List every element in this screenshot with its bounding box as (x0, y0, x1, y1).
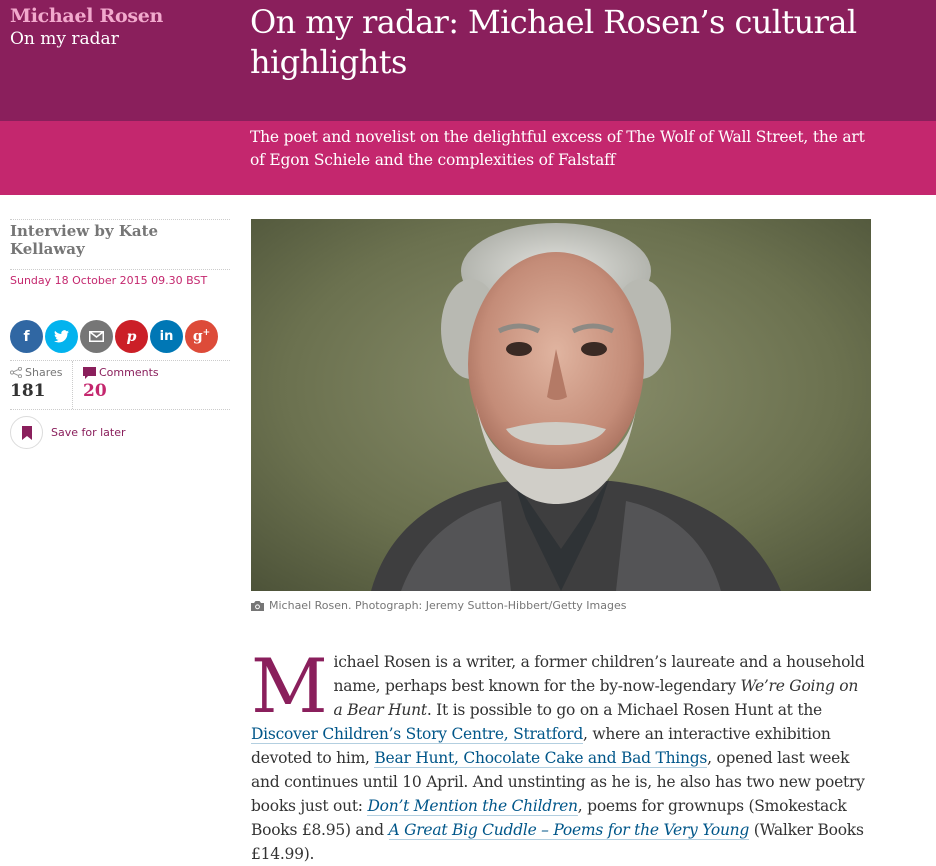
shares-count: 181 (10, 381, 46, 401)
linkedin-icon: in (159, 329, 174, 344)
twitter-icon (54, 330, 69, 343)
article-body-paragraph: Michael Rosen is a writer, a former chil… (251, 642, 865, 863)
facebook-share-button[interactable]: f (10, 320, 43, 353)
shares-count-block: Shares 181 (10, 361, 73, 409)
link-bear-hunt-exhibition[interactable]: Bear Hunt, Chocolate Cake and Bad Things (374, 749, 707, 768)
article-standfirst: The poet and novelist on the delightful … (250, 128, 865, 169)
bookmark-icon (21, 425, 32, 440)
save-for-later-label[interactable]: Save for later (51, 426, 126, 439)
save-for-later-button[interactable]: Save for later (10, 410, 230, 449)
pinterest-icon: p (126, 328, 137, 345)
googleplus-share-button[interactable]: g+ (185, 320, 218, 353)
comments-count[interactable]: 20 (83, 381, 159, 401)
article-meta: Interview by Kate Kellaway Sunday 18 Oct… (10, 219, 230, 449)
engagement-counts: Shares 181 Comments 20 (10, 361, 230, 409)
link-dont-mention-the-children[interactable]: Don’t Mention the Children (367, 797, 578, 816)
pinterest-share-button[interactable]: p (115, 320, 148, 353)
section-kicker-link[interactable]: Michael Rosen (10, 5, 163, 27)
portrait-photo (251, 219, 871, 591)
share-icon (10, 367, 22, 378)
series-link[interactable]: On my radar (10, 29, 119, 49)
drop-cap: M (251, 642, 328, 730)
email-icon (89, 331, 104, 342)
image-caption: Michael Rosen. Photograph: Jeremy Sutton… (251, 599, 627, 612)
googleplus-icon: g+ (192, 328, 211, 345)
share-buttons: f p in g+ (10, 320, 230, 360)
link-great-big-cuddle[interactable]: A Great Big Cuddle – Poems for the Very … (388, 821, 749, 840)
caption-text: Michael Rosen. Photograph: Jeremy Sutton… (269, 599, 627, 612)
linkedin-share-button[interactable]: in (150, 320, 183, 353)
byline[interactable]: Interview by Kate Kellaway (10, 220, 230, 269)
article-main-image (251, 219, 871, 591)
save-button-circle[interactable] (10, 416, 43, 449)
comments-label[interactable]: Comments (99, 366, 159, 379)
link-discover-story-centre[interactable]: Discover Children’s Story Centre, Stratf… (251, 725, 583, 744)
publish-date: Sunday 18 October 2015 09.30 BST (10, 274, 208, 287)
facebook-icon: f (23, 328, 30, 345)
camera-icon (251, 600, 264, 611)
twitter-share-button[interactable] (45, 320, 78, 353)
email-share-button[interactable] (80, 320, 113, 353)
comment-icon (83, 366, 96, 379)
article-headline: On my radar: Michael Rosen’s cultural hi… (250, 3, 857, 81)
comments-count-block[interactable]: Comments 20 (73, 361, 159, 409)
shares-label: Shares (25, 366, 63, 379)
